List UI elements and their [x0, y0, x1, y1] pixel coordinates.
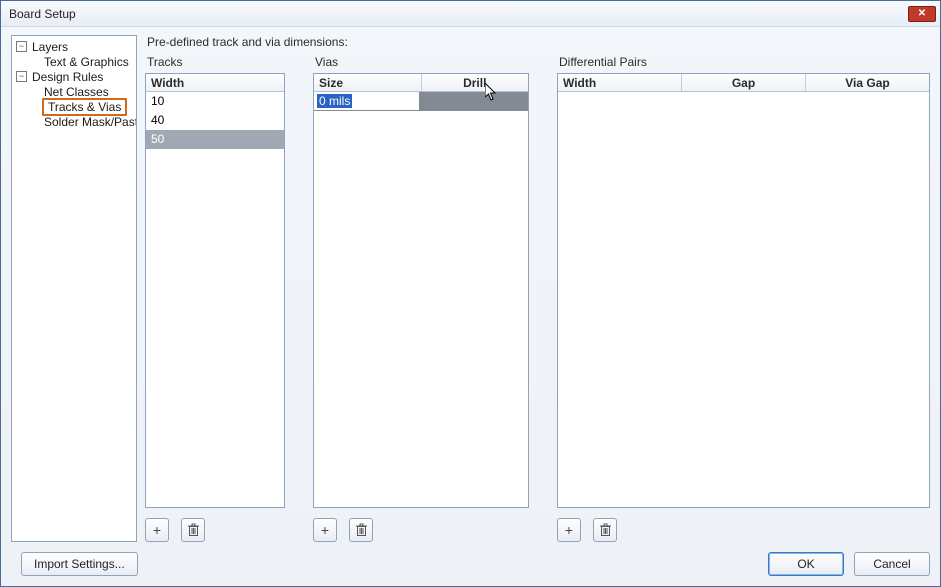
tree-item-label: Solder Mask/Paste — [42, 115, 137, 129]
tree-item-tracks-vias[interactable]: Tracks & Vias — [14, 99, 134, 114]
tree-item-label: Tracks & Vias — [42, 98, 127, 116]
table-row[interactable]: 40 — [146, 111, 284, 130]
tree-toggle-icon[interactable] — [16, 41, 27, 52]
table-cell[interactable]: 40 — [146, 111, 284, 129]
trash-icon — [355, 523, 368, 537]
tracks-add-button[interactable]: + — [145, 518, 169, 542]
tree-item-text-graphics[interactable]: Text & Graphics — [14, 54, 134, 69]
tree-item-label: Design Rules — [30, 70, 105, 84]
tracks-col-width[interactable]: Width — [146, 74, 284, 91]
trash-icon — [599, 523, 612, 537]
section-heading: Pre-defined track and via dimensions: — [147, 35, 930, 49]
tracks-grid[interactable]: Width 10 40 50 — [145, 73, 285, 508]
diff-add-button[interactable]: + — [557, 518, 581, 542]
tree-item-net-classes[interactable]: Net Classes — [14, 84, 134, 99]
tracks-label: Tracks — [147, 55, 285, 69]
ok-button[interactable]: OK — [768, 552, 844, 576]
diff-col-width[interactable]: Width — [558, 74, 682, 91]
board-setup-window: Board Setup ✕ Layers Text & Graphics Des… — [0, 0, 941, 587]
tree-item-layers[interactable]: Layers — [14, 39, 134, 54]
diff-pairs-grid[interactable]: Width Gap Via Gap — [557, 73, 930, 508]
plus-icon: + — [153, 522, 161, 538]
vias-drill-cell[interactable] — [419, 92, 528, 110]
window-title: Board Setup — [9, 7, 908, 21]
close-button[interactable]: ✕ — [908, 6, 936, 22]
vias-size-cell[interactable]: 0 mils — [314, 92, 419, 110]
diff-col-gap[interactable]: Gap — [682, 74, 806, 91]
button-label: Cancel — [873, 557, 910, 571]
tracks-delete-button[interactable] — [181, 518, 205, 542]
cancel-button[interactable]: Cancel — [854, 552, 930, 576]
button-label: OK — [797, 557, 814, 571]
tree-item-design-rules[interactable]: Design Rules — [14, 69, 134, 84]
vias-grid[interactable]: Size Drill 0 mils — [313, 73, 529, 508]
table-row[interactable]: 10 — [146, 92, 284, 111]
vias-add-button[interactable]: + — [313, 518, 337, 542]
vias-size-input-selection[interactable]: 0 mils — [317, 94, 352, 108]
vias-delete-button[interactable] — [349, 518, 373, 542]
table-cell[interactable]: 50 — [146, 130, 284, 148]
tree-toggle-icon[interactable] — [16, 71, 27, 82]
table-row[interactable]: 0 mils — [314, 92, 528, 111]
import-settings-button[interactable]: Import Settings... — [21, 552, 138, 576]
button-label: Import Settings... — [34, 557, 125, 571]
table-row[interactable]: 50 — [146, 130, 284, 149]
vias-col-size[interactable]: Size — [314, 74, 422, 91]
tree-item-label: Text & Graphics — [42, 55, 131, 69]
plus-icon: + — [565, 522, 573, 538]
titlebar: Board Setup ✕ — [1, 1, 940, 27]
category-tree[interactable]: Layers Text & Graphics Design Rules Net … — [11, 35, 137, 542]
diff-delete-button[interactable] — [593, 518, 617, 542]
vias-label: Vias — [315, 55, 529, 69]
tree-item-solder-mask[interactable]: Solder Mask/Paste — [14, 114, 134, 129]
tree-item-label: Net Classes — [42, 85, 111, 99]
vias-col-drill[interactable]: Drill — [422, 74, 529, 91]
table-cell[interactable]: 10 — [146, 92, 284, 110]
diff-col-viagap[interactable]: Via Gap — [806, 74, 929, 91]
diff-pairs-label: Differential Pairs — [559, 55, 930, 69]
trash-icon — [187, 523, 200, 537]
tree-item-label: Layers — [30, 40, 70, 54]
plus-icon: + — [321, 522, 329, 538]
